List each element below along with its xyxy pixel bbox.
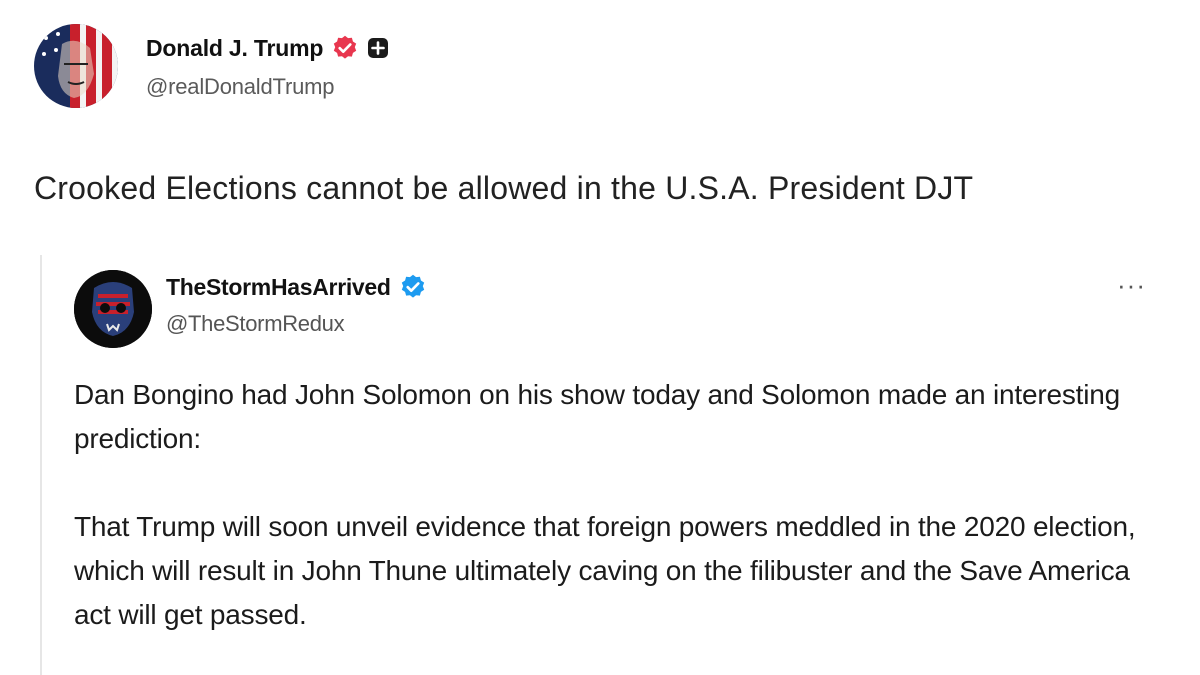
avatar[interactable]: [34, 24, 118, 108]
author-handle[interactable]: @realDonaldTrump: [146, 74, 389, 100]
quoted-post-body: Dan Bongino had John Solomon on his show…: [74, 373, 1154, 637]
author-display-name[interactable]: Donald J. Trump: [146, 35, 323, 62]
avatar-image: [34, 24, 118, 108]
quoted-post-paragraph: That Trump will soon unveil evidence tha…: [74, 511, 1136, 630]
quoted-post-header: TheStormHasArrived @TheStormRedux: [74, 270, 427, 348]
verified-badge-icon: [333, 35, 357, 59]
verified-badge-icon: [401, 274, 424, 298]
quoted-author-handle[interactable]: @TheStormRedux: [166, 311, 427, 337]
quoted-avatar[interactable]: [74, 270, 152, 348]
more-horizontal-icon[interactable]: ···: [1117, 272, 1146, 298]
post-header: Donald J. Trump @realDonaldTrump: [34, 24, 389, 108]
quoted-avatar-image: [74, 270, 152, 348]
quoted-post-card[interactable]: TheStormHasArrived @TheStormRedux ··· Da…: [40, 255, 1200, 675]
quoted-post-paragraph: Dan Bongino had John Solomon on his show…: [74, 379, 1120, 454]
quoted-author-display-name[interactable]: TheStormHasArrived: [166, 274, 391, 301]
plus-icon: [368, 38, 389, 58]
post-text: Crooked Elections cannot be allowed in t…: [34, 170, 974, 206]
